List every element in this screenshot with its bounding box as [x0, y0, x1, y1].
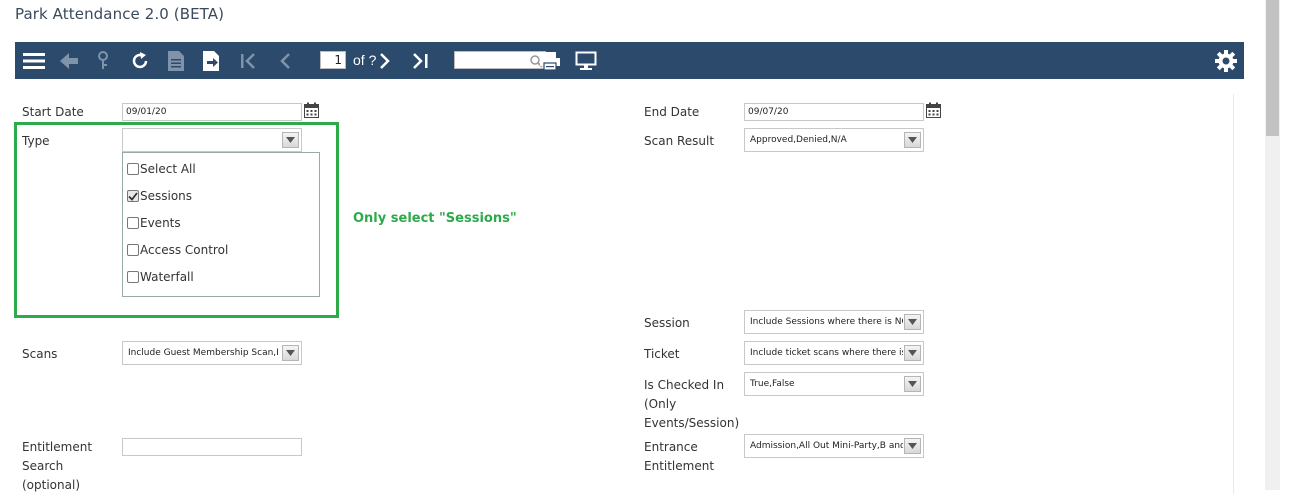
display-icon[interactable]: [574, 42, 598, 79]
session-label: Session: [644, 316, 690, 330]
is-checked-in-label-line2: (Only: [644, 397, 677, 411]
export-icon[interactable]: [201, 42, 223, 79]
is-checked-in-label-line1: Is Checked In: [644, 378, 725, 392]
page-title: Park Attendance 2.0 (BETA): [15, 5, 225, 23]
page-number-input[interactable]: 1: [320, 51, 346, 69]
page-count-label: of ?: [353, 52, 377, 68]
entitlement-search-label-line3: (optional): [22, 478, 80, 492]
entitlement-search-label-line2: Search: [22, 459, 64, 473]
scan-result-select[interactable]: Approved,Denied,N/A: [744, 128, 924, 152]
chevron-down-icon[interactable]: [904, 132, 921, 148]
session-select-value: Include Sessions where there is NO: [750, 317, 903, 327]
chevron-down-icon[interactable]: [904, 438, 921, 454]
entrance-entitlement-label-line2: Entitlement: [644, 459, 715, 473]
chevron-down-icon[interactable]: [904, 345, 921, 361]
refresh-icon[interactable]: [129, 42, 151, 79]
annotation-text: Only select "Sessions": [353, 211, 517, 226]
document-map-icon[interactable]: [165, 42, 187, 79]
end-date-label: End Date: [644, 105, 700, 119]
entrance-entitlement-select[interactable]: Admission,All Out Mini-Party,B and: [744, 434, 924, 458]
calendar-icon[interactable]: [304, 102, 319, 118]
settings-icon[interactable]: [1213, 42, 1239, 79]
chevron-down-icon[interactable]: [904, 314, 921, 330]
first-page-icon[interactable]: [237, 42, 259, 79]
is-checked-in-label-line3: Events/Session): [644, 416, 740, 430]
scans-select[interactable]: Include Guest Membership Scan,In: [122, 341, 302, 365]
start-date-label: Start Date: [22, 105, 84, 119]
ticket-select[interactable]: Include ticket scans where there is: [744, 341, 924, 365]
start-date-input[interactable]: 09/01/20: [122, 103, 302, 121]
annotation-highlight-box: [14, 122, 339, 318]
scan-result-label: Scan Result: [644, 134, 715, 148]
entitlement-search-label-line1: Entitlement: [22, 440, 93, 454]
previous-page-icon[interactable]: [275, 42, 295, 79]
scans-label: Scans: [22, 347, 58, 361]
scrollbar-thumb[interactable]: [1266, 0, 1279, 136]
parameters-icon[interactable]: [93, 42, 113, 79]
entitlement-search-input[interactable]: [122, 438, 302, 456]
entrance-entitlement-label-line1: Entrance: [644, 440, 698, 454]
print-icon[interactable]: [538, 42, 562, 79]
is-checked-in-value: True,False: [750, 379, 795, 389]
entrance-entitlement-value: Admission,All Out Mini-Party,B and: [750, 441, 903, 451]
find-text-input[interactable]: [454, 51, 546, 69]
menu-icon[interactable]: [21, 42, 47, 79]
end-date-input[interactable]: 09/07/20: [744, 103, 924, 121]
chevron-down-icon[interactable]: [904, 376, 921, 392]
chevron-down-icon[interactable]: [282, 345, 299, 361]
ticket-label: Ticket: [644, 347, 680, 361]
last-page-icon[interactable]: [409, 42, 433, 79]
is-checked-in-select[interactable]: True,False: [744, 372, 924, 396]
next-page-icon[interactable]: [375, 42, 395, 79]
scan-result-value: Approved,Denied,N/A: [750, 135, 847, 145]
scans-select-value: Include Guest Membership Scan,In: [128, 348, 278, 358]
back-icon[interactable]: [57, 42, 81, 79]
report-toolbar: 1 of ?: [15, 42, 1244, 79]
session-select[interactable]: Include Sessions where there is NO: [744, 310, 924, 334]
ticket-select-value: Include ticket scans where there is: [750, 348, 903, 358]
calendar-icon[interactable]: [926, 102, 941, 118]
